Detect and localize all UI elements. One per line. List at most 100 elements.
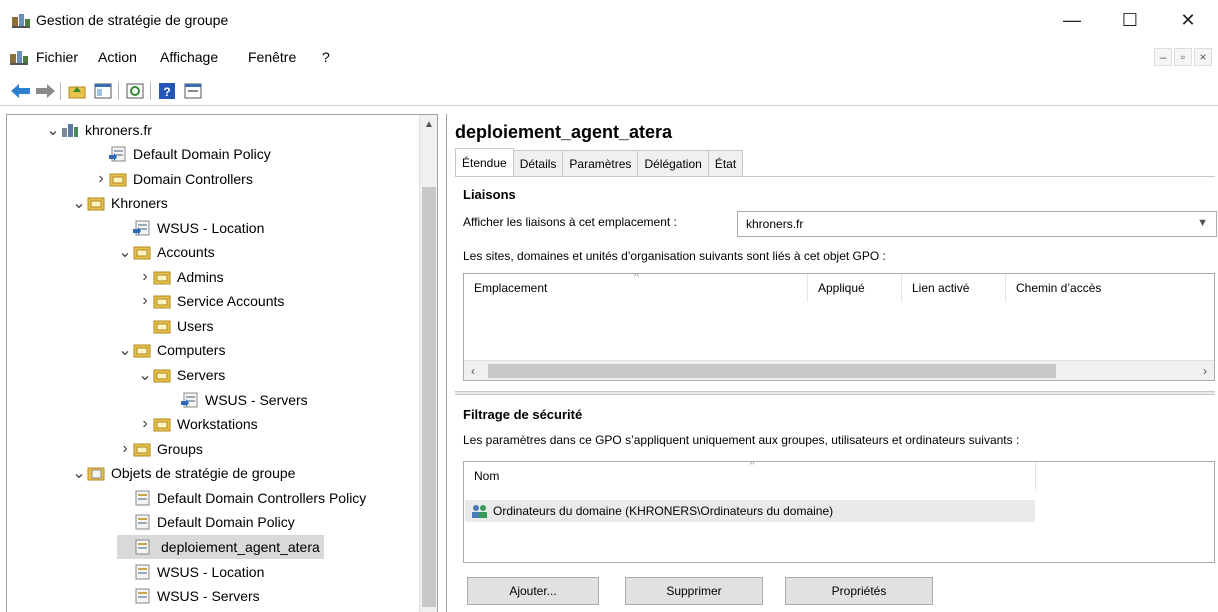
tree-node[interactable]: WSUS - Servers	[117, 584, 260, 608]
forward-arrow-icon[interactable]	[34, 81, 56, 101]
title-bar: Gestion de stratégie de groupe — ☐ ✕	[0, 0, 1218, 40]
mdi-restore-button[interactable]: ▫	[1174, 48, 1192, 66]
show-links-label: Afficher les liaisons à cet emplacement …	[463, 215, 677, 229]
gpo-icon	[133, 490, 151, 506]
list-item[interactable]: Ordinateurs du domaine (KHRONERS\Ordinat…	[465, 500, 1035, 522]
tab-settings[interactable]: Paramètres	[562, 150, 639, 176]
tree-node[interactable]: Users	[137, 314, 214, 338]
scroll-left-arrow-icon[interactable]: ‹	[464, 361, 482, 380]
up-folder-icon[interactable]	[66, 81, 88, 101]
tree-node[interactable]: ⌄ Accounts	[117, 240, 214, 264]
chevron-right-icon[interactable]: ›	[137, 265, 153, 289]
mdi-minimize-button[interactable]: –	[1154, 48, 1172, 66]
links-location-dropdown[interactable]: khroners.fr ▼	[737, 211, 1217, 237]
chevron-down-icon[interactable]: ⌄	[71, 191, 87, 215]
links-list[interactable]: Emplacement ^ Appliqué Lien activé Chemi…	[463, 273, 1215, 381]
tree-node[interactable]: WSUS - Location	[117, 560, 264, 584]
help-icon[interactable]: ?	[156, 81, 178, 101]
ou-folder-icon	[109, 171, 127, 187]
tab-scope[interactable]: Étendue	[455, 148, 514, 176]
gpo-icon	[133, 564, 151, 580]
details-tabs: Étendue Détails Paramètres Délégation Ét…	[455, 148, 744, 176]
properties-icon[interactable]	[182, 81, 204, 101]
remove-button[interactable]: Supprimer	[625, 577, 763, 605]
show-hide-tree-icon[interactable]	[92, 81, 114, 101]
chevron-down-icon[interactable]: ⌄	[137, 363, 153, 387]
gpo-icon	[133, 588, 151, 604]
group-icon	[471, 504, 489, 518]
chevron-down-icon[interactable]: ⌄	[71, 461, 87, 485]
tree-node[interactable]: Default Domain Controllers Policy	[117, 486, 366, 510]
chevron-down-icon: ▼	[1197, 217, 1208, 229]
window-title: Gestion de stratégie de groupe	[36, 12, 229, 28]
console-icon[interactable]	[10, 49, 28, 65]
column-header-enforced[interactable]: Appliqué	[808, 274, 902, 302]
scrollbar-thumb[interactable]	[422, 187, 436, 607]
tree-node-label: Groups	[157, 441, 203, 457]
tab-details[interactable]: Détails	[512, 150, 564, 176]
chevron-right-icon[interactable]: ›	[137, 412, 153, 436]
tree-node[interactable]: › Service Accounts	[137, 289, 284, 313]
tree-node[interactable]: deploiement_agent_atera	[117, 535, 324, 559]
tree-node[interactable]: › Workstations	[137, 412, 257, 436]
tree-node[interactable]: ⌄ Servers	[137, 363, 225, 387]
tree-node-label: WSUS - Location	[157, 564, 265, 580]
properties-button[interactable]: Propriétés	[785, 577, 933, 605]
tree-node-label: Servers	[177, 367, 226, 383]
tree-node-label: deploiement_agent_atera	[161, 539, 320, 555]
tree-node-label: Khroners	[111, 195, 168, 211]
tree-node[interactable]: › Domain Controllers	[93, 167, 253, 191]
tree-node-label: Users	[177, 318, 214, 334]
tree-node[interactable]: WSUS - Servers	[165, 388, 308, 412]
details-pane: deploiement_agent_atera Étendue Détails …	[446, 114, 1218, 612]
mdi-close-button[interactable]: ×	[1194, 48, 1212, 66]
chevron-right-icon[interactable]: ›	[93, 167, 109, 191]
menu-action[interactable]: Action	[98, 49, 137, 65]
menu-file[interactable]: Fichier	[36, 49, 78, 65]
ou-folder-icon	[133, 441, 151, 457]
tree-node-label: Default Domain Controllers Policy	[157, 490, 367, 506]
tree-node[interactable]: ⌄ Objets de stratégie de groupe	[71, 461, 295, 485]
scroll-right-arrow-icon[interactable]: ›	[1196, 361, 1214, 380]
menu-help[interactable]: ?	[322, 49, 330, 65]
tree-node[interactable]: ⌄ Computers	[117, 338, 225, 362]
chevron-down-icon[interactable]: ⌄	[117, 240, 133, 264]
column-header-path[interactable]: Chemin d’accès	[1006, 274, 1214, 302]
tree-node[interactable]: › Groups	[117, 437, 203, 461]
refresh-icon[interactable]	[124, 81, 146, 101]
scrollbar-thumb[interactable]	[488, 364, 1056, 378]
chevron-right-icon[interactable]: ›	[137, 289, 153, 313]
menu-view[interactable]: Affichage	[160, 49, 218, 65]
pane-splitter[interactable]	[455, 391, 1215, 395]
tree-node[interactable]: › Admins	[137, 265, 223, 289]
links-horizontal-scrollbar[interactable]: ‹ ›	[464, 360, 1214, 380]
add-button[interactable]: Ajouter...	[467, 577, 599, 605]
chevron-down-icon[interactable]: ⌄	[45, 118, 61, 142]
close-button[interactable]: ✕	[1168, 8, 1208, 32]
column-header-link-enabled[interactable]: Lien activé	[902, 274, 1006, 302]
console-tree-pane: ⌄ khroners.fr Default Domain Policy › Domain…	[6, 114, 438, 612]
maximize-button[interactable]: ☐	[1110, 8, 1150, 32]
tree-node[interactable]: WSUS - Location	[117, 216, 264, 240]
tree-node[interactable]: ⌄ khroners.fr	[45, 118, 152, 142]
tree-node[interactable]: Default Domain Policy	[93, 142, 271, 166]
console-tree: ⌄ khroners.fr Default Domain Policy › Domain…	[7, 115, 421, 612]
back-arrow-icon[interactable]	[10, 81, 32, 101]
tree-vertical-scrollbar[interactable]: ▲	[419, 115, 437, 612]
tree-node[interactable]: Default Domain Policy	[117, 510, 295, 534]
gpo-icon	[133, 539, 151, 555]
toolbar-separator	[118, 82, 119, 100]
scroll-up-arrow-icon[interactable]: ▲	[420, 115, 437, 133]
tab-status[interactable]: État	[707, 150, 744, 176]
tab-delegation[interactable]: Délégation	[637, 150, 709, 176]
menu-window[interactable]: Fenêtre	[248, 49, 296, 65]
security-filtering-list[interactable]: Nom ^ Ordinateurs du domaine (KHRONERS\O…	[463, 461, 1215, 563]
toolbar-separator	[60, 82, 61, 100]
chevron-right-icon[interactable]: ›	[117, 437, 133, 461]
chevron-down-icon[interactable]: ⌄	[117, 338, 133, 362]
tree-node[interactable]: ⌄ Khroners	[71, 191, 168, 215]
minimize-button[interactable]: —	[1052, 8, 1092, 32]
scope-tab-content: Liaisons Afficher les liaisons à cet emp…	[455, 176, 1217, 612]
